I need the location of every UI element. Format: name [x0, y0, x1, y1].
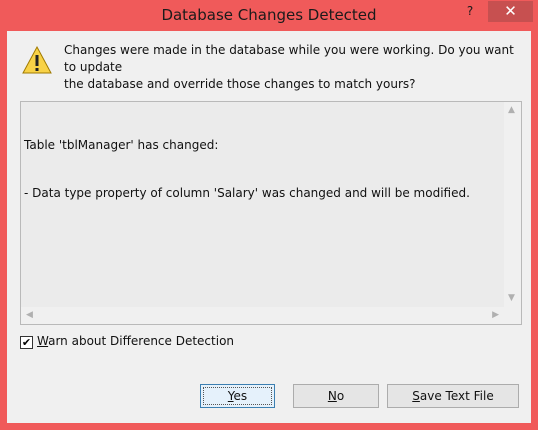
window-title: Database Changes Detected: [161, 6, 377, 24]
help-button[interactable]: ?: [460, 2, 480, 22]
warn-difference-detection-checkbox[interactable]: ✔: [20, 336, 33, 349]
details-line: - Data type property of column 'Salary' …: [24, 186, 470, 200]
scroll-corner: [504, 307, 521, 324]
save-button-label: Save Text File: [412, 389, 494, 403]
details-textbox[interactable]: Table 'tblManager' has changed: - Data t…: [20, 101, 522, 325]
details-text: Table 'tblManager' has changed: - Data t…: [24, 105, 503, 233]
scroll-left-icon[interactable]: ◀: [26, 311, 33, 320]
message-line: Changes were made in the database while …: [64, 43, 514, 74]
scroll-down-icon[interactable]: ▼: [508, 294, 515, 303]
scroll-right-icon[interactable]: ▶: [492, 311, 499, 320]
dialog-window: Database Changes Detected ? ✕ Changes we…: [0, 0, 538, 430]
title-bar[interactable]: Database Changes Detected ? ✕: [0, 0, 538, 31]
scroll-up-icon[interactable]: ▲: [508, 106, 515, 115]
focus-rectangle: [203, 387, 272, 405]
warning-icon: [22, 45, 52, 74]
dialog-body: Changes were made in the database while …: [7, 31, 531, 423]
details-line: Table 'tblManager' has changed:: [24, 138, 219, 152]
close-icon: ✕: [504, 2, 517, 20]
save-text-file-button[interactable]: Save Text File: [387, 384, 519, 408]
yes-button[interactable]: Yes: [200, 384, 275, 408]
vertical-scrollbar[interactable]: ▲ ▼: [504, 102, 521, 307]
checkbox-label[interactable]: Warn about Difference Detection: [37, 334, 234, 348]
checkmark-icon: ✔: [21, 336, 32, 349]
close-button[interactable]: ✕: [488, 1, 533, 22]
no-button[interactable]: No: [293, 384, 379, 408]
dialog-message: Changes were made in the database while …: [64, 42, 519, 93]
help-icon: ?: [466, 4, 474, 18]
horizontal-scrollbar[interactable]: ◀ ▶: [21, 307, 504, 324]
no-button-label: No: [327, 389, 345, 403]
message-line: the database and override those changes …: [64, 77, 416, 91]
